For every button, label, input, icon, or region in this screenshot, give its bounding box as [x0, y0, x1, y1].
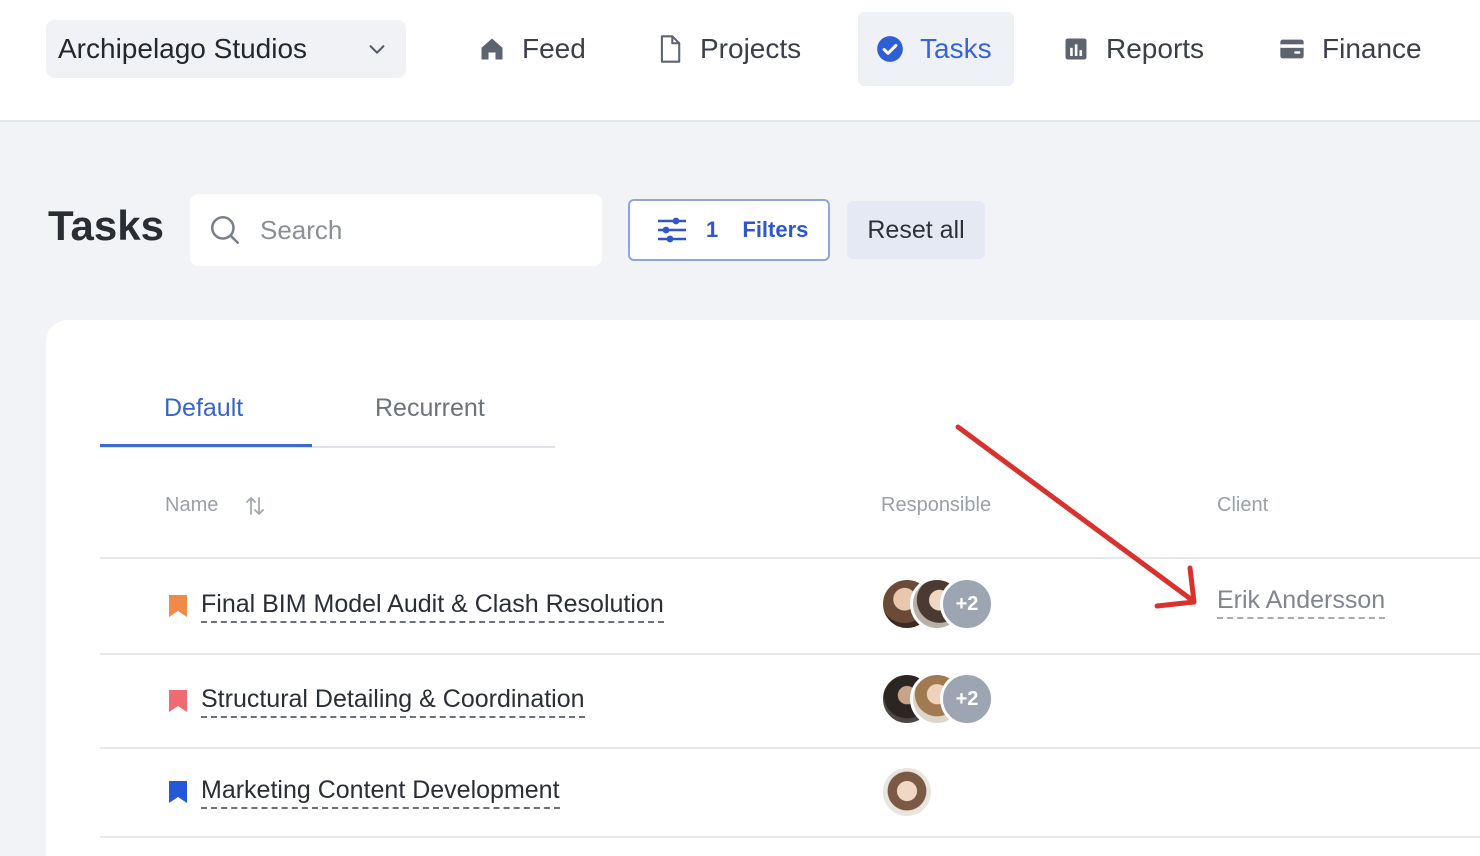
filters-button[interactable]: 1 Filters — [628, 199, 830, 261]
bookmark-flag-icon — [169, 595, 187, 617]
wallet-icon — [1280, 39, 1304, 59]
task-name-link[interactable]: Structural Detailing & Coordination — [201, 685, 585, 718]
workspace-name: Archipelago Studios — [58, 33, 308, 64]
home-icon — [481, 38, 503, 60]
chevron-down-icon — [369, 45, 385, 54]
nav-item-tasks[interactable]: Tasks — [858, 12, 1014, 86]
filters-count: 1 — [706, 217, 719, 242]
search-icon — [210, 215, 240, 245]
page-title: Tasks — [48, 202, 164, 249]
annotation-arrow — [955, 424, 1197, 609]
table-row[interactable]: Structural Detailing & Coordination +2 — [100, 655, 1480, 749]
column-header-client: Client — [1217, 494, 1269, 516]
bookmark-flag-icon — [169, 690, 187, 712]
responsible-avatars[interactable] — [880, 765, 1000, 819]
table-row[interactable]: Final BIM Model Audit & Clash Resolution… — [100, 559, 1480, 653]
filters-label: Filters — [742, 217, 809, 242]
responsible-avatars[interactable]: +2 — [880, 672, 1000, 726]
nav-item-label: Feed — [522, 33, 586, 64]
task-name-link[interactable]: Marketing Content Development — [201, 776, 560, 809]
nav-item-finance[interactable]: Finance — [1260, 12, 1440, 86]
search-input[interactable] — [260, 214, 560, 246]
nav-item-label: Reports — [1106, 33, 1205, 64]
nav-item-feed[interactable]: Feed — [460, 12, 604, 86]
task-name-link[interactable]: Final BIM Model Audit & Clash Resolution — [201, 590, 664, 623]
view-tabs: Default Recurrent — [100, 380, 555, 448]
client-link[interactable]: Erik Andersson — [1217, 586, 1386, 619]
tab-default[interactable]: Default — [164, 394, 243, 423]
reset-all-button[interactable]: Reset all — [847, 201, 985, 259]
table-row[interactable]: Marketing Content Development — [100, 749, 1480, 843]
report-icon — [1065, 38, 1087, 60]
document-icon — [660, 35, 681, 63]
nav-item-projects[interactable]: Projects — [638, 12, 819, 86]
workspace-selector[interactable]: Archipelago Studios — [46, 20, 406, 78]
more-avatars-badge[interactable]: +2 — [940, 672, 994, 726]
tab-recurrent[interactable]: Recurrent — [375, 394, 485, 423]
top-bar: Archipelago Studios Feed Projects Tasks … — [0, 0, 1480, 122]
search-box[interactable] — [190, 194, 602, 266]
active-tab-indicator — [100, 444, 312, 447]
nav-item-reports[interactable]: Reports — [1044, 12, 1222, 86]
avatar — [880, 765, 934, 819]
column-header-name[interactable]: Name — [165, 494, 218, 517]
bookmark-flag-icon — [169, 781, 187, 803]
sort-icon[interactable] — [243, 494, 267, 518]
nav-item-label: Finance — [1322, 33, 1422, 64]
sliders-icon — [658, 217, 686, 243]
nav-item-label: Projects — [700, 33, 802, 64]
nav-item-label: Tasks — [920, 33, 992, 64]
check-circle-icon — [877, 36, 903, 62]
